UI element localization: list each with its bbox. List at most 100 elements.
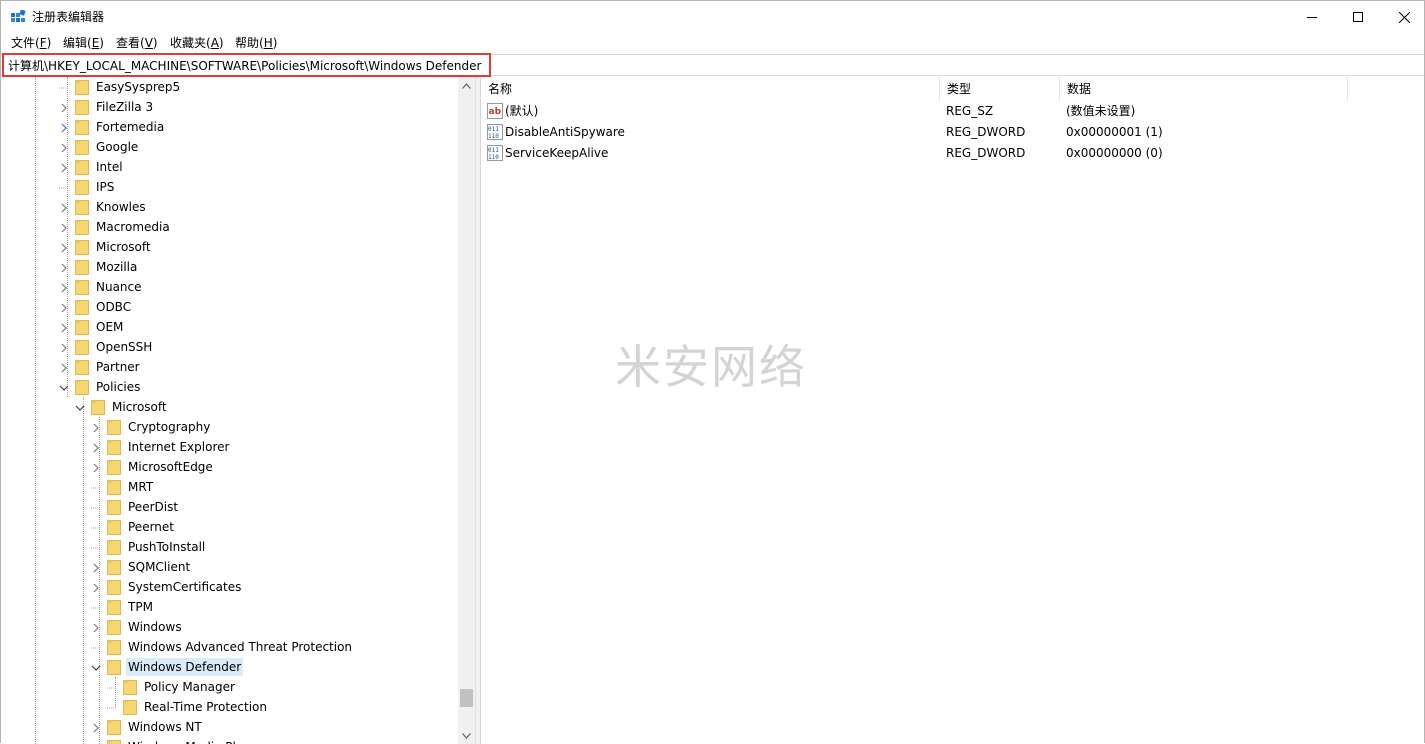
- tree-item[interactable]: SQMClient: [91, 557, 192, 577]
- tree-item[interactable]: Microsoft: [59, 237, 153, 257]
- tree-item[interactable]: Windows Advanced Threat Protection: [91, 637, 354, 657]
- tree-item[interactable]: Mozilla: [59, 257, 139, 277]
- tree-item[interactable]: Windows Defender: [91, 657, 243, 677]
- tree-item[interactable]: Internet Explorer: [91, 437, 231, 457]
- chevron-right-icon[interactable]: [59, 142, 69, 152]
- chevron-right-icon[interactable]: [59, 202, 69, 212]
- tree-item[interactable]: OEM: [59, 317, 125, 337]
- close-button[interactable]: [1381, 1, 1425, 33]
- tree-item[interactable]: Cryptography: [91, 417, 212, 437]
- tree-item-label: Windows Media Player: [126, 738, 265, 744]
- tree-item[interactable]: MRT: [91, 477, 155, 497]
- menu-file[interactable]: 文件(F): [10, 35, 52, 51]
- minimize-button[interactable]: [1289, 1, 1335, 33]
- tree-item[interactable]: Nuance: [59, 277, 144, 297]
- chevron-right-icon[interactable]: [91, 562, 101, 572]
- scroll-down-icon[interactable]: [462, 733, 471, 739]
- tree-connector: [107, 682, 117, 692]
- tree-connector: [59, 82, 69, 92]
- tree-item[interactable]: IPS: [59, 177, 116, 197]
- folder-icon: [75, 139, 89, 155]
- value-row[interactable]: 011 110 DisableAntiSpyware REG_DWORD 0x0…: [481, 122, 1421, 143]
- menu-help-accel: H: [264, 36, 273, 50]
- tree-item[interactable]: EasySysprep5: [59, 77, 182, 97]
- tree-item[interactable]: OpenSSH: [59, 337, 154, 357]
- registry-key-tree[interactable]: EasySysprep5FileZilla 3FortemediaGoogleI…: [1, 77, 475, 744]
- value-name: (默认): [505, 103, 538, 119]
- menu-help[interactable]: 帮助(H): [234, 35, 278, 51]
- chevron-right-icon[interactable]: [91, 582, 101, 592]
- value-row[interactable]: 011 110 ServiceKeepAlive REG_DWORD 0x000…: [481, 143, 1421, 164]
- chevron-right-icon[interactable]: [59, 262, 69, 272]
- tree-item[interactable]: Knowles: [59, 197, 148, 217]
- menu-favorites[interactable]: 收藏夹(A): [169, 35, 225, 51]
- chevron-right-icon[interactable]: [59, 122, 69, 132]
- column-header-type-label: 类型: [947, 82, 971, 96]
- chevron-right-icon[interactable]: [59, 162, 69, 172]
- tree-item-label: ODBC: [94, 298, 133, 316]
- folder-icon: [107, 559, 121, 575]
- folder-icon: [107, 539, 121, 555]
- value-type: REG_DWORD: [946, 124, 1025, 140]
- value-type: REG_SZ: [946, 103, 993, 119]
- chevron-right-icon[interactable]: [59, 362, 69, 372]
- column-header-name[interactable]: 名称: [481, 77, 940, 101]
- scroll-up-icon[interactable]: [462, 83, 471, 89]
- tree-item[interactable]: ODBC: [59, 297, 133, 317]
- chevron-right-icon[interactable]: [59, 242, 69, 252]
- folder-icon: [107, 599, 121, 615]
- column-header-data[interactable]: 数据: [1060, 77, 1348, 101]
- chevron-right-icon[interactable]: [59, 102, 69, 112]
- tree-item[interactable]: Real-Time Protection: [107, 697, 269, 717]
- tree-item[interactable]: Policies: [59, 377, 142, 397]
- tree-item[interactable]: TPM: [91, 597, 155, 617]
- chevron-right-icon[interactable]: [59, 302, 69, 312]
- dword-value-icon: 011 110: [487, 145, 503, 161]
- column-header-type[interactable]: 类型: [940, 77, 1060, 101]
- tree-item[interactable]: Google: [59, 137, 140, 157]
- folder-icon: [75, 379, 89, 395]
- chevron-right-icon[interactable]: [59, 342, 69, 352]
- tree-item[interactable]: Macromedia: [59, 217, 172, 237]
- column-header-name-label: 名称: [488, 82, 512, 96]
- chevron-down-icon[interactable]: [75, 402, 85, 412]
- svg-text:110: 110: [488, 154, 499, 161]
- registry-values-list[interactable]: 名称 类型 数据 ab (默认) REG_SZ (数值未设置) 011 110 …: [481, 77, 1424, 744]
- chevron-right-icon[interactable]: [59, 282, 69, 292]
- menu-view[interactable]: 查看(V): [115, 35, 159, 51]
- tree-item[interactable]: PeerDist: [91, 497, 180, 517]
- menu-view-label: 查看(: [116, 36, 145, 50]
- tree-item-label: Mozilla: [94, 258, 139, 276]
- tree-item[interactable]: PushToInstall: [91, 537, 207, 557]
- tree-item[interactable]: Partner: [59, 357, 142, 377]
- tree-item[interactable]: FileZilla 3: [59, 97, 155, 117]
- tree-item[interactable]: Intel: [59, 157, 125, 177]
- value-row[interactable]: ab (默认) REG_SZ (数值未设置): [481, 101, 1421, 122]
- chevron-right-icon[interactable]: [91, 722, 101, 732]
- tree-item[interactable]: Windows: [91, 617, 184, 637]
- tree-item[interactable]: MicrosoftEdge: [91, 457, 215, 477]
- tree-item[interactable]: Peernet: [91, 517, 176, 537]
- chevron-right-icon[interactable]: [91, 622, 101, 632]
- chevron-right-icon[interactable]: [59, 322, 69, 332]
- chevron-right-icon[interactable]: [91, 422, 101, 432]
- tree-item[interactable]: Windows NT: [91, 717, 204, 737]
- tree-item[interactable]: Microsoft: [75, 397, 169, 417]
- folder-icon: [107, 659, 121, 675]
- tree-item[interactable]: Fortemedia: [59, 117, 166, 137]
- menu-edit[interactable]: 编辑(E): [62, 35, 105, 51]
- tree-item-label: Internet Explorer: [126, 438, 231, 456]
- chevron-down-icon[interactable]: [59, 382, 69, 392]
- chevron-right-icon[interactable]: [59, 222, 69, 232]
- folder-icon: [75, 259, 89, 275]
- tree-item[interactable]: SystemCertificates: [91, 577, 243, 597]
- folder-icon: [123, 699, 137, 715]
- chevron-right-icon[interactable]: [91, 442, 101, 452]
- folder-icon: [107, 499, 121, 515]
- maximize-button[interactable]: [1335, 1, 1381, 33]
- chevron-down-icon[interactable]: [91, 662, 101, 672]
- chevron-right-icon[interactable]: [91, 462, 101, 472]
- tree-item[interactable]: Policy Manager: [107, 677, 237, 697]
- tree-scroll-thumb[interactable]: [460, 689, 473, 707]
- tree-scrollbar[interactable]: [458, 77, 475, 744]
